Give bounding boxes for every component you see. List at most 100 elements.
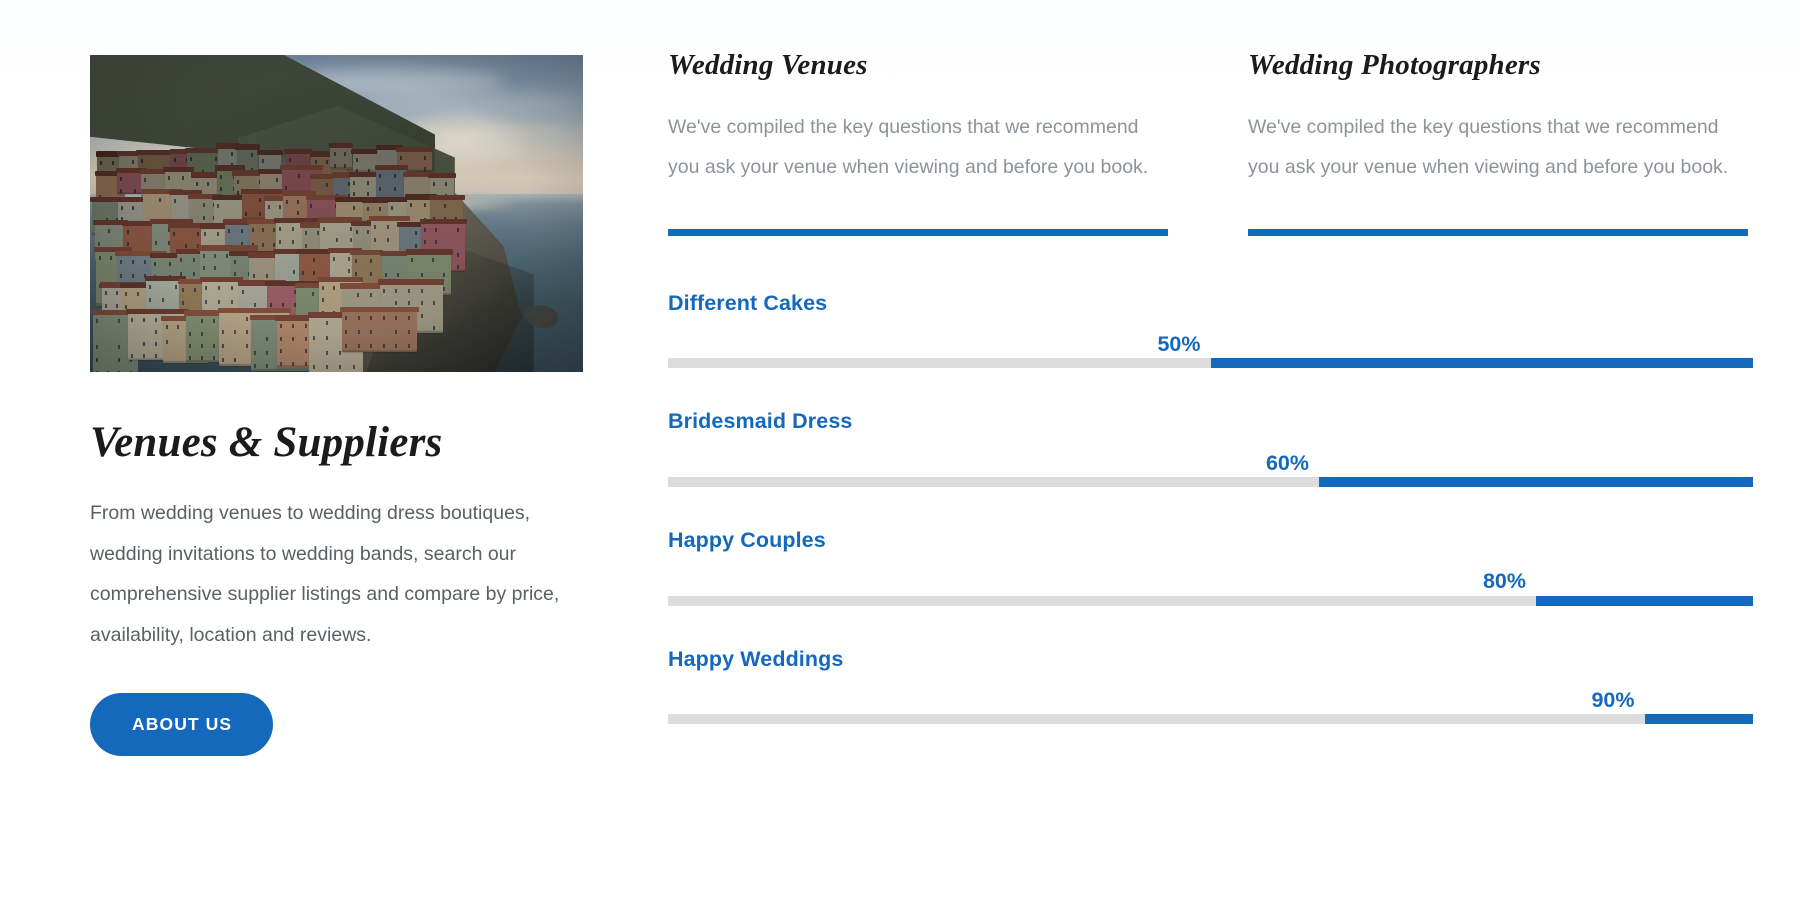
info-card-wedding-photographers: Wedding Photographers We've compiled the…	[1248, 48, 1748, 236]
window-shape	[345, 316, 348, 321]
window-shape	[382, 288, 385, 293]
window-shape	[384, 273, 387, 278]
info-card-body: We've compiled the key questions that we…	[1248, 115, 1729, 178]
window-shape	[348, 268, 351, 273]
window-shape	[269, 302, 272, 307]
window-shape	[312, 258, 315, 263]
page-title: Venues & Suppliers	[90, 419, 443, 466]
house-shape	[341, 309, 418, 353]
window-shape	[433, 326, 436, 331]
skill-bar: Happy Weddings 90%	[668, 646, 1753, 725]
window-shape	[202, 254, 205, 259]
window-shape	[121, 206, 124, 211]
skill-track[interactable]	[668, 477, 1753, 488]
window-shape	[345, 330, 348, 335]
window-shape	[339, 365, 342, 370]
window-shape	[234, 358, 237, 363]
info-card-rule	[668, 228, 1168, 236]
skill-meter: 50%	[668, 333, 1753, 369]
window-shape	[266, 364, 269, 369]
skill-track[interactable]	[668, 595, 1753, 606]
roof-shape	[350, 250, 384, 256]
window-shape	[266, 273, 269, 278]
skill-track[interactable]	[668, 358, 1753, 369]
window-shape	[279, 349, 282, 354]
window-shape	[266, 350, 269, 355]
window-shape	[353, 192, 356, 197]
window-shape	[142, 318, 145, 323]
window-shape	[222, 344, 225, 349]
skill-track[interactable]	[668, 714, 1753, 725]
window-shape	[253, 303, 256, 308]
window-shape	[189, 157, 192, 162]
window-shape	[95, 358, 98, 363]
window-shape	[279, 204, 282, 209]
window-shape	[218, 299, 221, 304]
window-shape	[292, 324, 295, 329]
window-shape	[250, 153, 253, 158]
window-shape	[188, 331, 191, 336]
window-shape	[336, 238, 339, 243]
window-shape	[245, 330, 248, 335]
window-shape	[118, 358, 121, 363]
window-shape	[174, 158, 177, 163]
window-shape	[262, 242, 265, 247]
window-shape	[212, 343, 215, 348]
window-shape	[443, 272, 446, 277]
window-shape	[149, 284, 152, 289]
coastal-village-photo	[90, 55, 583, 372]
window-shape	[254, 364, 257, 369]
skill-bar: Happy Couples 80%	[668, 528, 1753, 606]
skill-percent-label: 60%	[1265, 450, 1309, 475]
skill-meter: 90%	[668, 689, 1753, 725]
window-shape	[126, 230, 129, 235]
window-shape	[444, 181, 447, 186]
window-shape	[220, 174, 223, 179]
window-shape	[222, 330, 225, 335]
window-shape	[353, 181, 356, 186]
window-shape	[131, 318, 134, 323]
window-shape	[216, 232, 219, 237]
window-shape	[435, 240, 438, 245]
window-shape	[332, 286, 335, 291]
window-shape	[245, 316, 248, 321]
window-shape	[149, 297, 152, 302]
window-shape	[304, 324, 307, 329]
skill-label: Happy Weddings	[668, 646, 844, 671]
window-shape	[188, 356, 191, 360]
window-shape	[305, 244, 308, 249]
window-shape	[202, 216, 205, 221]
roof-shape	[369, 215, 411, 221]
window-shape	[352, 365, 355, 370]
window-shape	[119, 274, 122, 279]
window-shape	[154, 353, 157, 358]
window-shape	[345, 344, 348, 349]
skill-bar-list: Different Cakes 50% Bridesmaid Dress 60% Hap…	[668, 290, 1753, 725]
window-shape	[321, 298, 324, 303]
window-shape	[98, 255, 101, 260]
window-shape	[312, 292, 315, 297]
about-us-button[interactable]: ABOUT US	[90, 692, 274, 756]
roof-shape	[212, 194, 246, 201]
window-shape	[214, 266, 217, 271]
window-shape	[231, 299, 234, 304]
window-shape	[410, 258, 413, 263]
window-shape	[220, 186, 223, 191]
skill-fill	[1319, 477, 1753, 488]
window-shape	[184, 244, 187, 249]
window-shape	[355, 158, 358, 163]
window-shape	[154, 318, 157, 323]
window-shape	[288, 158, 291, 163]
window-shape	[391, 205, 394, 210]
window-shape	[435, 228, 438, 233]
window-shape	[333, 151, 336, 156]
window-shape	[325, 321, 328, 326]
window-shape	[357, 316, 360, 321]
window-shape	[177, 325, 180, 330]
window-shape	[457, 252, 460, 257]
window-shape	[118, 345, 121, 350]
info-card-wedding-venues: Wedding Venues We've compiled the key qu…	[668, 48, 1168, 236]
skill-label: Different Cakes	[668, 290, 828, 315]
window-shape	[312, 365, 315, 370]
window-shape	[298, 174, 301, 179]
